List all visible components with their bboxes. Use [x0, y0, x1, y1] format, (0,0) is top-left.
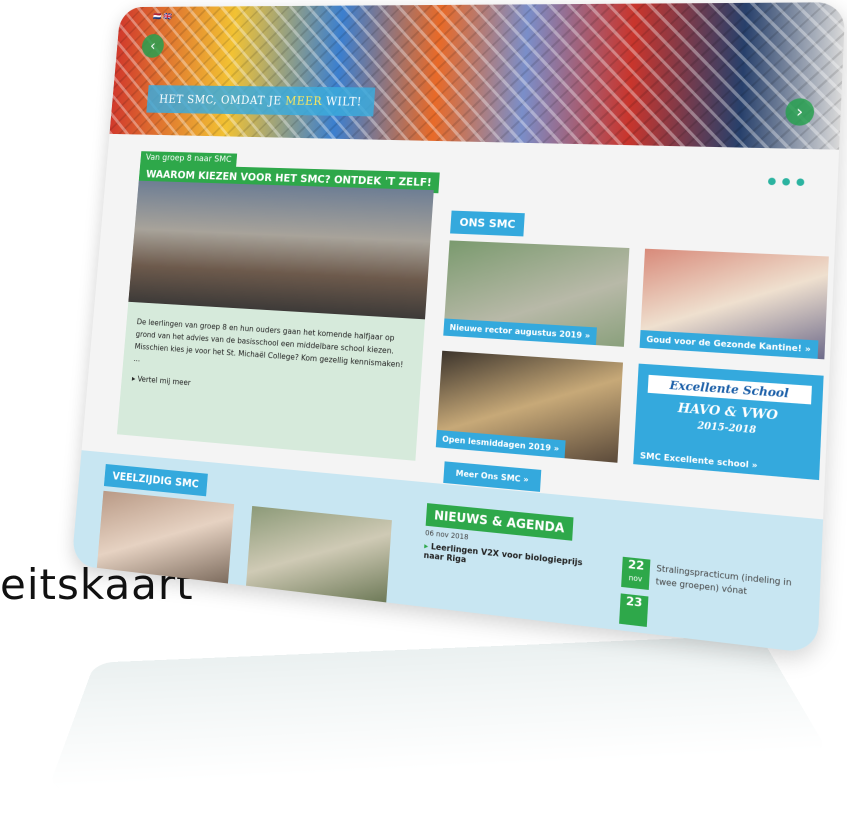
background-text-fragment: l [0, 290, 3, 339]
tile-caption: SMC Excellente school » [633, 446, 765, 476]
slider-prev-button[interactable]: ‹ [141, 34, 165, 58]
veelzijdig-photo[interactable] [96, 490, 235, 584]
hero-mosaic-banner: 🇳🇱 🇬🇧 ‹ › HET SMC, OMDAT JE MEER WILT! [109, 2, 846, 150]
featured-body: De leerlingen van groep 8 en hun ouders … [133, 317, 404, 370]
website-screenshot: 🇳🇱 🇬🇧 ‹ › HET SMC, OMDAT JE MEER WILT! V… [60, 0, 846, 654]
agenda-day: 23 [625, 594, 643, 610]
featured-photo[interactable] [128, 180, 434, 320]
slogan-text-end: WILT! [321, 94, 363, 109]
news-arrow-icon: ▸ [423, 541, 429, 551]
featured-text-box: De leerlingen van groep 8 en hun ouders … [116, 301, 426, 461]
agenda-month: nov [628, 573, 643, 584]
ons-smc-tile[interactable]: Goud voor de Gezonde Kantine! » [639, 248, 829, 360]
tile-caption: Open lesmiddagen 2019 » [435, 429, 566, 459]
slider-dot[interactable] [767, 177, 776, 186]
ons-smc-tile[interactable]: Nieuwe rector augustus 2019 » [443, 240, 630, 347]
featured-more-label: Vertel mij meer [137, 374, 191, 388]
slider-next-button[interactable]: › [784, 98, 815, 126]
website-page: 🇳🇱 🇬🇧 ‹ › HET SMC, OMDAT JE MEER WILT! V… [71, 2, 846, 654]
screenshot-reflection [47, 635, 829, 791]
agenda-date-badge: 23 [619, 593, 649, 627]
ons-smc-heading: ONS SMC [450, 210, 526, 237]
veelzijdig-photo[interactable] [246, 505, 392, 603]
slider-dots[interactable] [767, 177, 805, 187]
hero-slogan: HET SMC, OMDAT JE MEER WILT! [146, 85, 376, 117]
slogan-text: HET SMC, OMDAT JE [158, 92, 286, 108]
slider-dot[interactable] [796, 178, 805, 187]
tile-caption: Nieuwe rector augustus 2019 » [443, 318, 597, 346]
featured-more-link[interactable]: ▸ Vertel mij meer [131, 372, 408, 406]
language-flags-icon[interactable]: 🇳🇱 🇬🇧 [153, 12, 172, 20]
excellent-school-tile[interactable]: Excellente School HAVO & VWO 2015-2018 S… [633, 363, 824, 481]
agenda-date-badge: 22 nov [621, 556, 651, 590]
slogan-highlight: MEER [284, 94, 323, 108]
slider-dot[interactable] [782, 178, 791, 186]
ons-smc-tile[interactable]: Open lesmiddagen 2019 » [435, 350, 624, 463]
tile-caption: Goud voor de Gezonde Kantine! » [639, 329, 818, 359]
